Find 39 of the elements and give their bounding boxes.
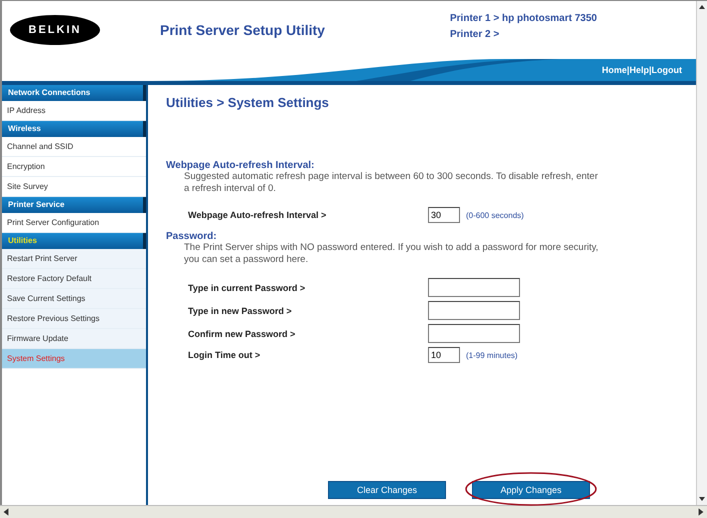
- input-field[interactable]: [428, 301, 520, 320]
- field-label: Confirm new Password >: [188, 328, 296, 338]
- sidebar-item[interactable]: Save Current Settings: [2, 289, 146, 309]
- section-heading: Webpage Auto-refresh Interval:: [166, 160, 316, 171]
- nav-separator: |: [648, 65, 652, 75]
- sidebar-item[interactable]: Channel and SSID: [2, 137, 146, 157]
- page-heading: Utilities > System Settings: [166, 95, 330, 110]
- nav-separator: |: [626, 65, 630, 75]
- input-field[interactable]: 30: [428, 207, 460, 223]
- sidebar-item[interactable]: Restart Print Server: [2, 249, 146, 269]
- sidebar-section-header: Printer Service: [2, 197, 146, 213]
- belkin-logo: BELKIN: [10, 15, 100, 45]
- sidebar-item[interactable]: Encryption: [2, 157, 146, 177]
- field-hint: (0-600 seconds): [466, 210, 524, 220]
- nav-link[interactable]: Logout: [652, 65, 682, 75]
- nav-link[interactable]: Help: [629, 65, 649, 75]
- action-button[interactable]: Clear Changes: [328, 481, 446, 499]
- input-field[interactable]: [428, 278, 520, 297]
- app-title: Print Server Setup Utility: [160, 22, 326, 38]
- printer-link[interactable]: Printer 2 >: [450, 28, 597, 40]
- nav-link[interactable]: Home: [602, 65, 627, 75]
- section-description: The Print Server ships with NO password entered. If you wish to add a password for more security, you can set a password here.: [183, 242, 600, 266]
- field-label: Type in current Password >: [188, 282, 306, 292]
- field-label: Type in new Password >: [188, 306, 293, 316]
- sidebar-item[interactable]: Restore Previous Settings: [2, 309, 146, 329]
- field-hint: (1-99 minutes): [466, 350, 518, 360]
- sidebar-section-header: Utilities: [2, 233, 146, 249]
- input-field[interactable]: 10: [428, 347, 460, 363]
- field-label: Webpage Auto-refresh Interval >: [188, 210, 328, 220]
- sidebar-section-header: Wireless: [2, 121, 146, 137]
- section-description: Suggested automatic refresh page interval is between 60 to 300 seconds. To disable refresh, enter a refresh interval of 0.: [183, 171, 599, 195]
- input-field[interactable]: [428, 324, 520, 343]
- sidebar-item[interactable]: Firmware Update: [2, 329, 146, 349]
- action-button[interactable]: Apply Changes: [472, 481, 590, 499]
- field-label: Login Time out >: [188, 350, 262, 360]
- sidebar-item[interactable]: Restore Factory Default: [2, 269, 146, 289]
- printer-link[interactable]: Printer 1 > hp photosmart 7350: [450, 12, 597, 24]
- section-heading: Password:: [166, 231, 218, 242]
- sidebar-section-header: Network Connections: [2, 85, 146, 101]
